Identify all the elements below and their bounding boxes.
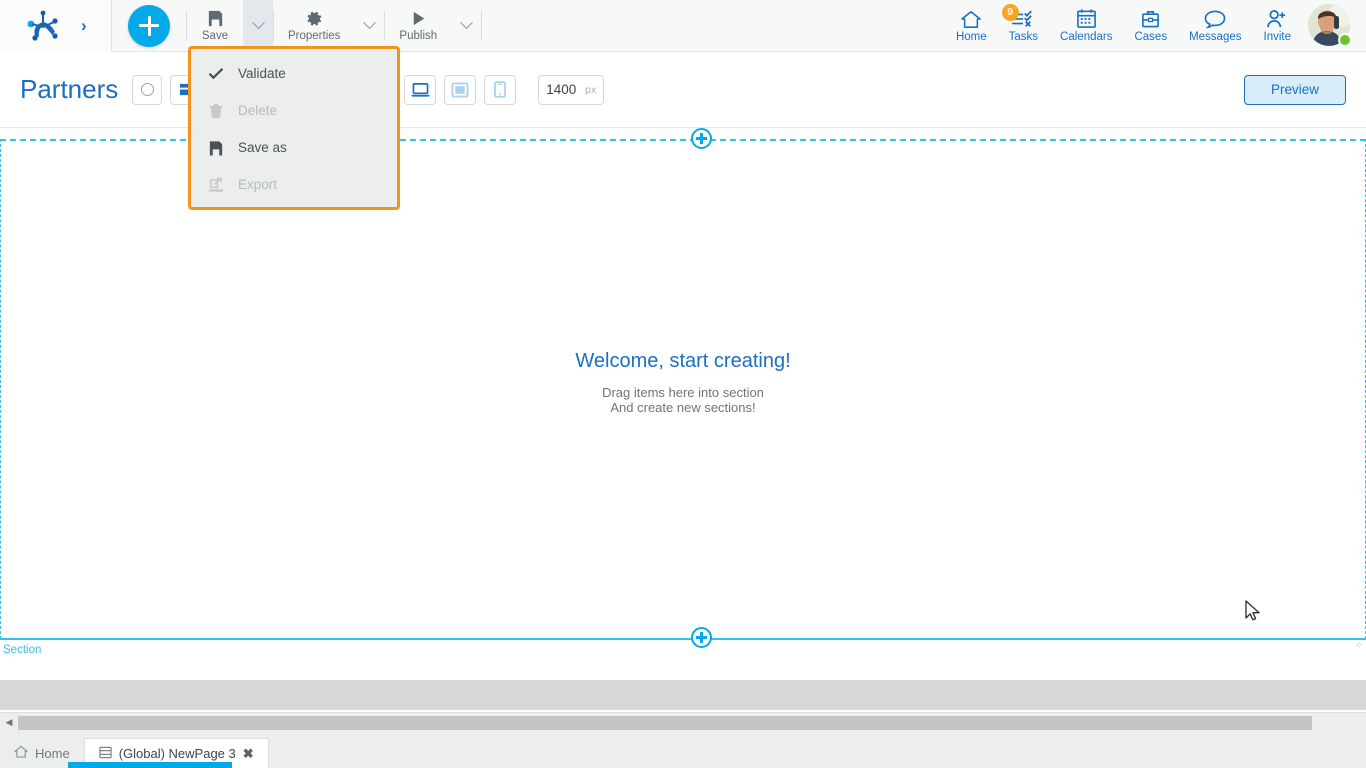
nav-item-tasks[interactable]: 9 Tasks bbox=[998, 0, 1049, 52]
export-icon bbox=[208, 177, 224, 193]
circle-icon bbox=[140, 83, 154, 96]
home-icon bbox=[14, 745, 28, 761]
scroll-left-arrow[interactable]: ◀ bbox=[0, 714, 18, 732]
nav-label-cases: Cases bbox=[1134, 30, 1168, 43]
page-canvas[interactable]: Welcome, start creating! Drag items here… bbox=[0, 128, 1366, 710]
properties-button[interactable]: Properties bbox=[274, 0, 354, 52]
add-section-bottom-button[interactable] bbox=[691, 627, 712, 648]
publish-button[interactable]: Publish bbox=[385, 0, 451, 52]
nav-label-tasks: Tasks bbox=[1008, 30, 1039, 43]
chevron-down-icon bbox=[459, 16, 473, 30]
save-dropdown-toggle[interactable] bbox=[243, 0, 273, 52]
bottom-tab-newpage3-label: (Global) NewPage 3 bbox=[118, 746, 236, 761]
add-button-zone bbox=[112, 4, 186, 47]
home-icon bbox=[960, 8, 982, 29]
logo-zone: › bbox=[0, 0, 112, 52]
nav-item-invite[interactable]: Invite bbox=[1253, 0, 1303, 52]
page-title: Partners bbox=[20, 74, 119, 104]
nav-item-home[interactable]: Home bbox=[945, 0, 998, 52]
top-toolbar: › Save Properties Publish Home 9 Tasks C… bbox=[0, 0, 1366, 52]
trash-icon bbox=[208, 103, 224, 119]
horizontal-scrollbar[interactable]: ◀ bbox=[0, 712, 1366, 732]
global-nav: Home 9 Tasks Calendars Cases Messages In… bbox=[945, 0, 1366, 52]
nav-item-messages[interactable]: Messages bbox=[1178, 0, 1252, 52]
scrollbar-thumb[interactable] bbox=[18, 715, 1312, 730]
save-icon bbox=[208, 140, 224, 156]
speech-bubble-icon bbox=[1204, 8, 1226, 29]
menu-item-export-label: Export bbox=[238, 177, 278, 192]
welcome-line-1: Drag items here into section bbox=[602, 385, 764, 400]
nav-label-messages: Messages bbox=[1189, 30, 1242, 43]
save-button[interactable]: Save bbox=[187, 0, 243, 52]
properties-button-label: Properties bbox=[288, 29, 341, 42]
status-online-indicator bbox=[1338, 32, 1352, 47]
bottom-tab-home-label: Home bbox=[35, 745, 70, 761]
calendar-icon bbox=[1076, 8, 1097, 29]
play-icon bbox=[409, 9, 428, 29]
close-icon[interactable]: ✖ bbox=[243, 746, 254, 762]
menu-item-validate[interactable]: Validate bbox=[191, 55, 397, 92]
device-view-group bbox=[404, 74, 517, 105]
welcome-line-2: And create new sections! bbox=[610, 400, 756, 416]
section-resize-handle[interactable]: ⁘ bbox=[1355, 641, 1363, 650]
menu-item-export: Export bbox=[191, 166, 397, 203]
tablet-view-button[interactable] bbox=[444, 74, 477, 105]
save-dropdown-menu[interactable]: Validate Delete Save as Export bbox=[188, 46, 400, 210]
canvas-width-value: 1400 bbox=[546, 82, 577, 97]
add-section-top-button[interactable] bbox=[691, 128, 712, 149]
person-plus-icon bbox=[1266, 8, 1288, 29]
section-label[interactable]: Section bbox=[3, 644, 41, 656]
nav-label-home: Home bbox=[955, 30, 987, 43]
preview-button[interactable]: Preview bbox=[1243, 74, 1346, 105]
record-circle-button[interactable] bbox=[132, 74, 163, 105]
welcome-title: Welcome, start creating! bbox=[575, 350, 791, 372]
nav-label-calendars: Calendars bbox=[1060, 30, 1113, 43]
check-icon bbox=[208, 67, 224, 80]
chevron-right-icon[interactable]: › bbox=[81, 17, 87, 34]
briefcase-icon bbox=[1140, 8, 1161, 29]
add-plus-button[interactable] bbox=[128, 4, 170, 47]
save-button-label: Save bbox=[201, 29, 229, 42]
empty-state: Welcome, start creating! Drag items here… bbox=[0, 350, 1366, 416]
tasks-badge: 9 bbox=[1001, 3, 1019, 21]
menu-item-delete: Delete bbox=[191, 92, 397, 129]
page-icon bbox=[99, 746, 112, 762]
chevron-down-icon bbox=[251, 16, 265, 30]
publish-button-label: Publish bbox=[399, 29, 438, 42]
nav-label-invite: Invite bbox=[1263, 30, 1292, 43]
properties-dropdown-toggle[interactable] bbox=[354, 0, 384, 52]
menu-item-save-as-label: Save as bbox=[238, 140, 287, 155]
mouse-cursor bbox=[1245, 600, 1261, 628]
menu-item-validate-label: Validate bbox=[238, 66, 286, 81]
canvas-width-unit: px bbox=[585, 83, 597, 96]
active-tab-indicator bbox=[68, 762, 232, 768]
section-bottom-divider bbox=[0, 638, 1366, 640]
canvas-lower-strip bbox=[0, 680, 1366, 710]
publish-dropdown-toggle[interactable] bbox=[451, 0, 481, 52]
desktop-view-button[interactable] bbox=[404, 74, 437, 105]
nav-item-cases[interactable]: Cases bbox=[1123, 0, 1178, 52]
menu-item-save-as[interactable]: Save as bbox=[191, 129, 397, 166]
nav-item-calendars[interactable]: Calendars bbox=[1049, 0, 1123, 52]
gear-icon bbox=[304, 9, 324, 29]
frog-logo[interactable] bbox=[26, 10, 60, 42]
menu-item-delete-label: Delete bbox=[238, 103, 278, 118]
chevron-down-icon bbox=[363, 16, 376, 30]
save-icon bbox=[206, 9, 225, 29]
scrollbar-track[interactable] bbox=[18, 715, 1366, 730]
toolbar-separator bbox=[481, 10, 483, 41]
canvas-width-input[interactable]: 1400 px bbox=[538, 74, 605, 105]
avatar[interactable] bbox=[1308, 3, 1352, 48]
mobile-view-button[interactable] bbox=[484, 74, 517, 105]
